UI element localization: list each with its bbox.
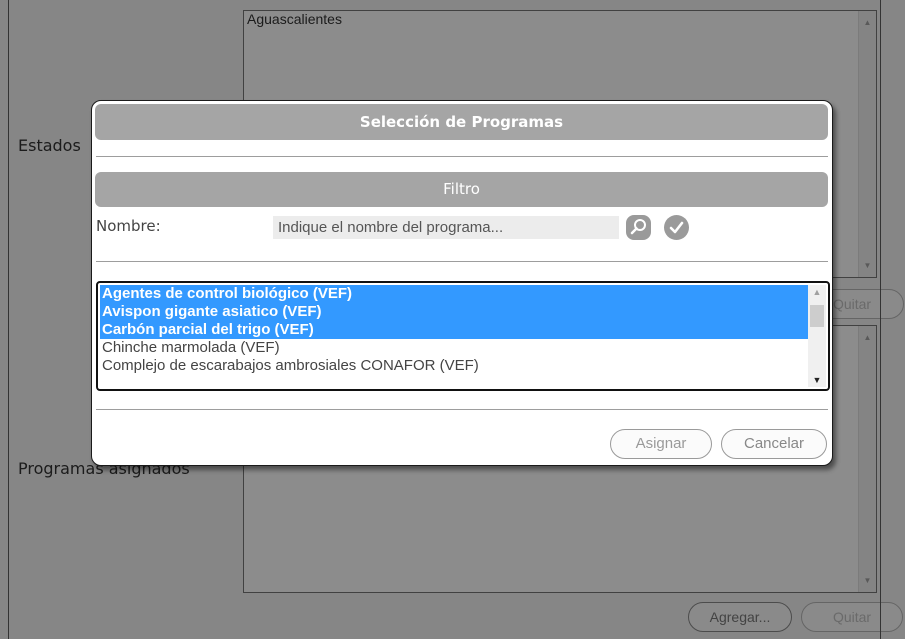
border-line <box>880 0 881 639</box>
name-search-input[interactable] <box>273 216 619 239</box>
scroll-down-icon[interactable]: ▼ <box>808 373 826 387</box>
list-item[interactable]: Chinche marmolada (VEF) <box>100 339 808 357</box>
list-item[interactable]: Carbón parcial del trigo (VEF) <box>100 321 808 339</box>
border-line <box>8 0 9 639</box>
list-item[interactable]: Complejo de escarabajos ambrosiales CONA… <box>100 357 808 375</box>
programs-scrollbar[interactable]: ▲ ▼ <box>808 285 826 387</box>
name-label: Nombre: <box>96 217 161 235</box>
scroll-up-icon[interactable]: ▲ <box>808 285 826 299</box>
scroll-thumb[interactable] <box>810 305 824 327</box>
cancel-button[interactable]: Cancelar <box>721 429 827 459</box>
divider <box>96 156 828 157</box>
divider <box>96 409 828 410</box>
list-item[interactable]: Agentes de control biológico (VEF) <box>100 285 808 303</box>
list-item[interactable]: Avispon gigante asiatico (VEF) <box>100 303 808 321</box>
program-selection-dialog: Selección de Programas Filtro Nombre: Ag… <box>91 100 833 466</box>
assign-button[interactable]: Asignar <box>610 429 712 459</box>
check-icon[interactable] <box>664 215 689 240</box>
divider <box>96 261 828 262</box>
programs-list[interactable]: Agentes de control biológico (VEF) Avisp… <box>96 281 830 391</box>
dialog-title: Selección de Programas <box>95 104 828 140</box>
filter-header: Filtro <box>95 172 828 207</box>
search-icon[interactable] <box>626 215 651 240</box>
